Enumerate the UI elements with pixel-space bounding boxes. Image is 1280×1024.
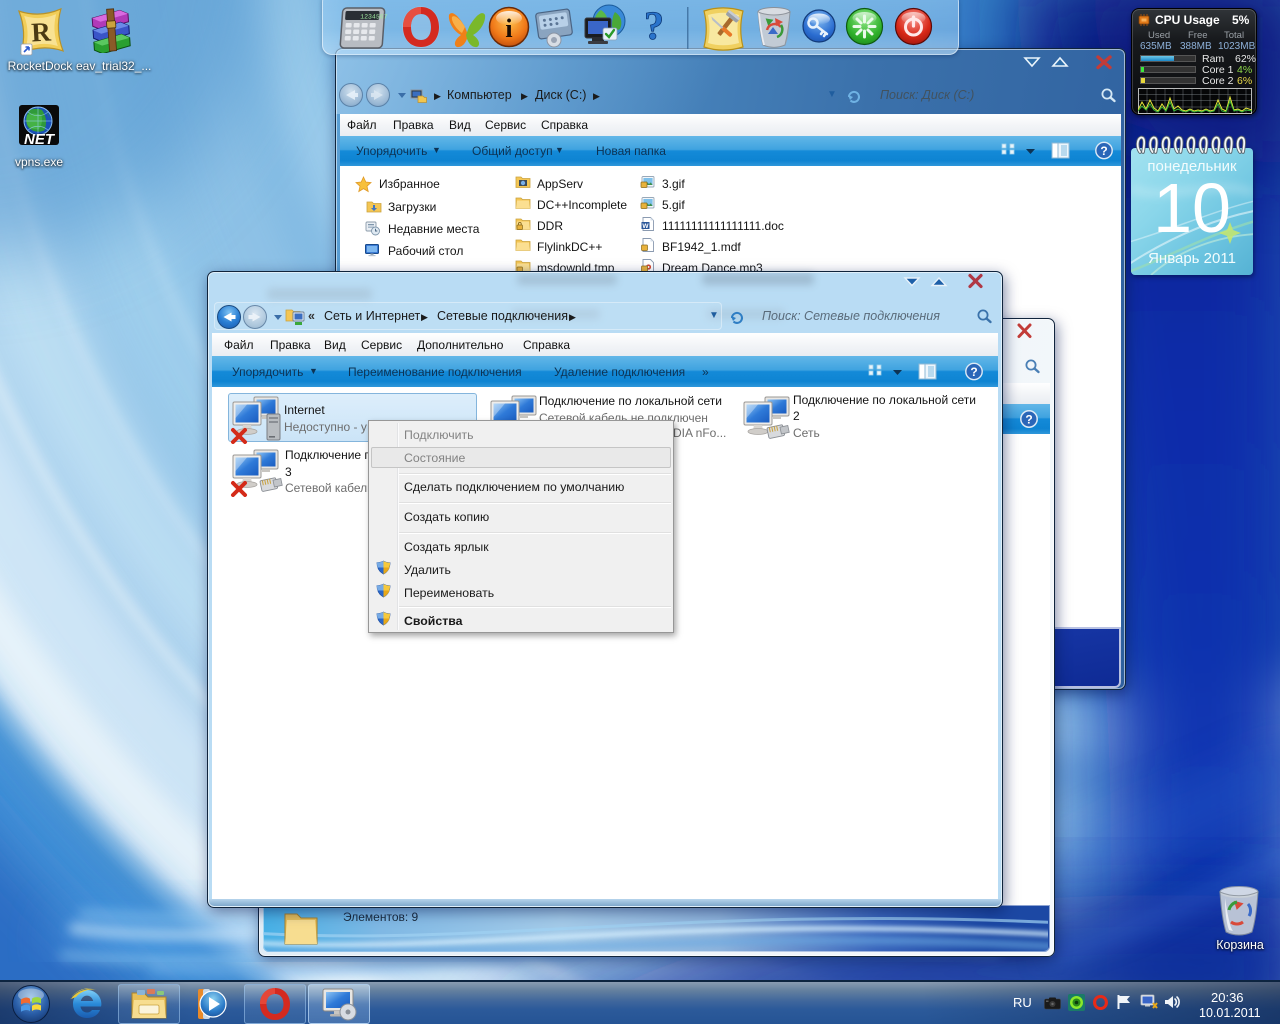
svg-text:i: i [505, 14, 512, 43]
svg-text:1234567: 1234567 [360, 14, 388, 21]
svg-text:?: ? [644, 3, 664, 48]
svg-text:NET: NET [24, 131, 56, 148]
svg-text:R: R [31, 16, 53, 47]
